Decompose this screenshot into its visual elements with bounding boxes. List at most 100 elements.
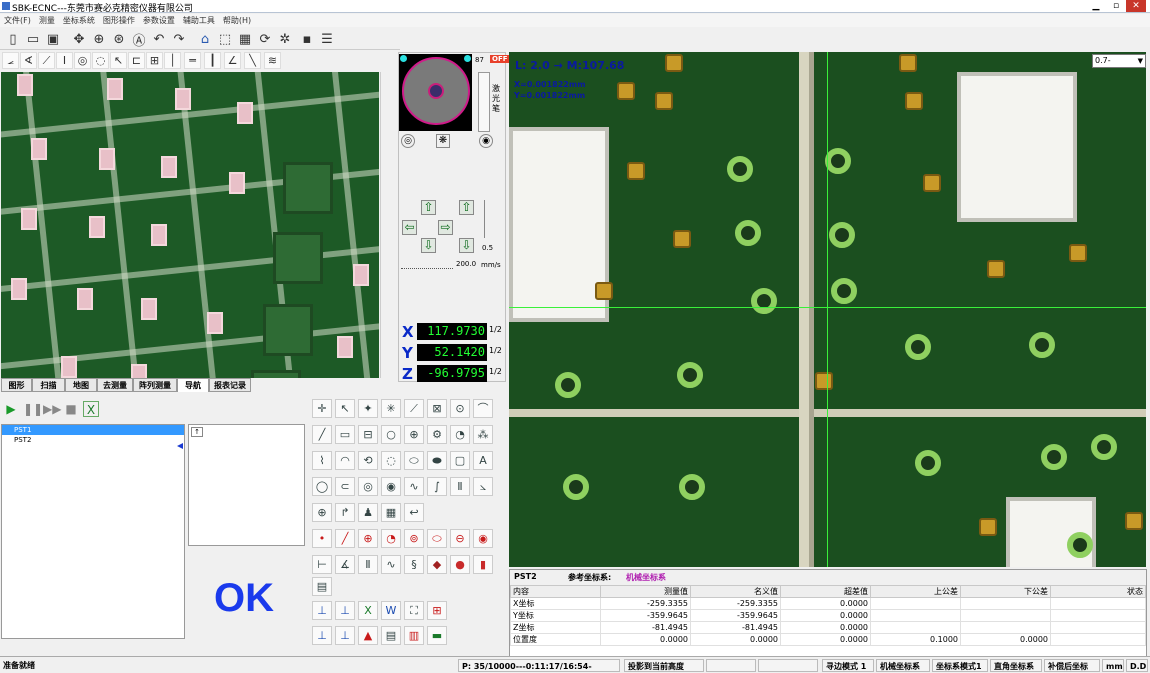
circle-tool-icon[interactable]: ◎ xyxy=(74,52,91,69)
red-slot-icon[interactable]: ⊖ xyxy=(450,529,470,548)
red-arc-icon[interactable]: ◔ xyxy=(381,529,401,548)
stamp-icon[interactable]: ♟ xyxy=(358,503,378,522)
text-box-icon[interactable]: A xyxy=(473,451,493,470)
light-slider[interactable] xyxy=(478,72,490,132)
concentric-icon[interactable]: ◎ xyxy=(358,477,378,496)
move-icon[interactable]: ✥ xyxy=(70,30,88,48)
overview-camera-image[interactable] xyxy=(1,72,379,378)
height-h-icon[interactable]: Ⅱ xyxy=(358,555,378,574)
angle-line-icon[interactable]: ⦣ xyxy=(473,477,493,496)
pointer-icon[interactable]: ↖ xyxy=(110,52,127,69)
point-insert-icon[interactable]: ↑ xyxy=(191,427,203,437)
arrow-right-button[interactable]: ⇨ xyxy=(438,220,453,235)
excel-export-icon[interactable]: X xyxy=(83,401,99,417)
cylinder-icon[interactable]: ▮ xyxy=(473,555,493,574)
auto-point-icon[interactable]: ✦ xyxy=(358,399,378,418)
document-icon[interactable]: ▤ xyxy=(381,626,401,645)
diag-icon[interactable]: ╲ xyxy=(244,52,261,69)
circle-cross-icon[interactable]: ⊕ xyxy=(404,425,424,444)
layers-icon[interactable]: ◆ xyxy=(427,555,447,574)
list-item[interactable]: PST2 xyxy=(2,435,184,445)
arc-measure-icon[interactable]: ◔ xyxy=(450,425,470,444)
spline-icon[interactable]: ∿ xyxy=(404,477,424,496)
rect-measure-icon[interactable]: ▭ xyxy=(335,425,355,444)
circle-dots-icon[interactable]: ◌ xyxy=(381,451,401,470)
angle2-icon[interactable]: ∠ xyxy=(224,52,241,69)
play-icon[interactable]: ▶ xyxy=(3,401,19,417)
angle-tool-icon[interactable]: ∢ xyxy=(20,52,37,69)
tab-navigation[interactable]: 导航 xyxy=(177,378,209,392)
refresh-icon[interactable]: ⟳ xyxy=(256,30,274,48)
arrow-down-button[interactable]: ⇩ xyxy=(421,238,436,253)
tab-map[interactable]: 地图 xyxy=(65,378,97,392)
wave-icon[interactable]: ∿ xyxy=(381,555,401,574)
light-ring-icon[interactable]: ◎ xyxy=(401,134,415,148)
menu-measure[interactable]: 测量 xyxy=(35,14,59,27)
tab-graphics[interactable]: 图形 xyxy=(1,378,32,392)
box-pick-icon[interactable]: ⊠ xyxy=(427,399,447,418)
point-pick-icon[interactable]: ↖ xyxy=(335,399,355,418)
arc-pick-icon[interactable]: ⌒ xyxy=(473,399,493,418)
distance-icon[interactable]: ⊢ xyxy=(312,555,332,574)
target-point-icon[interactable]: ⊕ xyxy=(312,503,332,522)
s-curve-icon[interactable]: § xyxy=(404,555,424,574)
grid-icon[interactable]: ▪ xyxy=(298,30,316,48)
calculator-icon[interactable]: ▦ xyxy=(381,503,401,522)
back-arrow-icon[interactable]: ↩ xyxy=(404,503,424,522)
angle-a-icon[interactable]: ∡ xyxy=(335,555,355,574)
height-icon[interactable]: Ⅱ xyxy=(450,477,470,496)
arc-tool-icon[interactable]: ◌ xyxy=(92,52,109,69)
x-half-button[interactable]: 1/2 xyxy=(489,325,502,334)
line-measure-icon[interactable]: ╱ xyxy=(312,425,332,444)
curve-icon[interactable]: ⌇ xyxy=(312,451,332,470)
menu-graphics[interactable]: 图形操作 xyxy=(99,14,139,27)
calc2-icon[interactable]: ▤ xyxy=(312,577,332,596)
hatch-icon[interactable]: ≋ xyxy=(264,52,281,69)
table-row[interactable]: 位置度 0.0000 0.0000 0.0000 0.1000 0.0000 xyxy=(510,633,1146,646)
line-tool-icon[interactable]: ⟋ xyxy=(38,52,55,69)
red-ellipse-icon[interactable]: ⬭ xyxy=(427,529,447,548)
xy-tool-icon[interactable]: ⊞ xyxy=(146,52,163,69)
save-icon[interactable]: ▣ xyxy=(44,30,62,48)
home-icon[interactable]: ⌂ xyxy=(196,30,214,48)
multi-circle-icon[interactable]: ⁂ xyxy=(473,425,493,444)
ellipse-fill-icon[interactable]: ⬬ xyxy=(427,451,447,470)
tab-go-measure[interactable]: 去测量 xyxy=(97,378,133,392)
magnify-icon[interactable]: ⊙ xyxy=(450,399,470,418)
tab-report[interactable]: 报表记录 xyxy=(209,378,251,392)
coaxial-light-icon[interactable]: ◉ xyxy=(479,134,493,148)
arrow-left-button[interactable]: ⇦ xyxy=(402,220,417,235)
red-circle-icon[interactable]: ⊕ xyxy=(358,529,378,548)
arc2-icon[interactable]: ◠ xyxy=(335,451,355,470)
stop-icon[interactable]: ■ xyxy=(63,401,79,417)
undo-icon[interactable]: ↶ xyxy=(150,30,168,48)
settings-gear-icon[interactable]: ✲ xyxy=(276,30,294,48)
shape-icon[interactable]: ▲ xyxy=(358,626,378,645)
coord-origin-icon[interactable]: ⊥ xyxy=(312,601,332,620)
step-slider[interactable] xyxy=(484,200,492,238)
frame-icon[interactable]: ⛶ xyxy=(404,601,424,620)
menu-tools[interactable]: 辅助工具 xyxy=(179,14,219,27)
excel-icon[interactable]: X xyxy=(358,601,378,620)
arrow-up-button[interactable]: ⇧ xyxy=(421,200,436,215)
z-half-button[interactable]: 1/2 xyxy=(489,367,502,376)
dim-tool-icon[interactable]: ⊏ xyxy=(128,52,145,69)
sphere-icon[interactable]: ● xyxy=(450,555,470,574)
close-button[interactable]: ✕ xyxy=(1126,0,1146,12)
coord-align-icon[interactable]: ⊥ xyxy=(335,601,355,620)
table-row[interactable]: X坐标 -259.3355 -259.3355 0.0000 xyxy=(510,597,1146,610)
ellipse2-icon[interactable]: ◯ xyxy=(312,477,332,496)
parallel-icon[interactable]: ═ xyxy=(184,52,201,69)
ring-light-segment-icon[interactable]: ❋ xyxy=(436,134,450,148)
coord-rotate-icon[interactable]: ⊥ xyxy=(312,626,332,645)
element-list[interactable]: PST1 PST2 xyxy=(1,424,185,639)
image-icon[interactable]: ▦ xyxy=(236,30,254,48)
zoom-icon[interactable]: ⊕ xyxy=(90,30,108,48)
zoom-select[interactable]: 0.7- ▼ xyxy=(1092,54,1146,68)
line-pick-icon[interactable]: ⟋ xyxy=(404,399,424,418)
dot-circle-icon[interactable]: ◉ xyxy=(381,477,401,496)
vertical-icon[interactable]: ┃ xyxy=(204,52,221,69)
rounded-rect-icon[interactable]: ▢ xyxy=(450,451,470,470)
list-item[interactable]: PST1 xyxy=(2,425,184,435)
ellipse-icon[interactable]: ⬭ xyxy=(404,451,424,470)
